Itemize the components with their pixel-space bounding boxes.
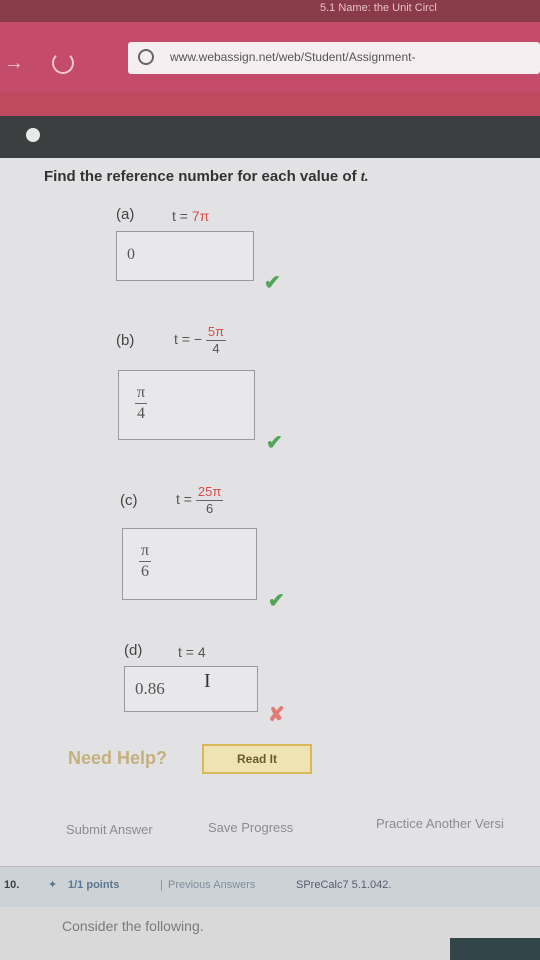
question-prompt: Find the reference number for each value… — [44, 168, 369, 186]
part-b-correct-check-icon: ✔ — [266, 432, 283, 454]
part-b-label: (b) — [116, 332, 135, 349]
part-b-equation: t = − 5π 4 — [174, 324, 227, 356]
save-progress-button[interactable]: Save Progress — [208, 820, 293, 835]
prompt-variable: t. — [360, 169, 369, 185]
part-c-eq-numerator: 25π — [195, 484, 224, 501]
header-strip — [0, 92, 540, 116]
browser-tab-strip: 5.1 Name: the Unit Circl — [0, 0, 540, 22]
part-b-eq-numerator: 5π — [205, 324, 227, 341]
part-a-label: (a) — [116, 206, 135, 223]
part-d-label: (d) — [124, 642, 143, 659]
need-help-label: Need Help? — [68, 748, 168, 768]
expand-bullet-icon[interactable]: ✦ — [48, 878, 57, 891]
part-a-correct-check-icon: ✔ — [264, 272, 281, 294]
part-c-answer-denominator: 6 — [141, 563, 150, 580]
part-c-correct-check-icon: ✔ — [268, 590, 285, 612]
text-cursor-icon: I — [204, 670, 211, 692]
points-badge: 1/1 points — [68, 879, 120, 891]
part-d-answer-field[interactable]: 0.86 — [124, 666, 258, 712]
separator: | — [160, 879, 163, 891]
part-b-eq-denominator: 4 — [212, 341, 220, 356]
next-question-header: 10. ✦ 1/1 points | Previous Answers SPre… — [0, 866, 540, 907]
part-c-label: (c) — [120, 492, 138, 509]
part-c-equation: t = 25π 6 — [176, 484, 224, 516]
question-bullet-icon — [26, 128, 40, 142]
practice-another-version-button[interactable]: Practice Another Versi — [376, 816, 504, 831]
part-b-answer-field[interactable]: π 4 — [118, 370, 255, 440]
part-a-answer-value: 0 — [127, 246, 135, 263]
question-code: SPreCalc7 5.1.042. — [296, 879, 392, 891]
url-text[interactable]: www.webassign.net/web/Student/Assignment… — [170, 50, 415, 64]
part-d-incorrect-x-icon: ✘ — [268, 704, 285, 726]
part-d-answer-value: 0.86 — [135, 679, 165, 698]
address-bar[interactable]: www.webassign.net/web/Student/Assignment… — [128, 42, 540, 74]
question-number: 10. — [4, 879, 20, 891]
part-a-equation: t = 7π — [172, 208, 210, 224]
submit-answer-button[interactable]: Submit Answer — [66, 822, 153, 837]
part-d-equation: t = 4 — [178, 644, 206, 660]
part-c-answer-field[interactable]: π 6 — [122, 528, 257, 600]
globe-icon — [138, 49, 154, 65]
reload-icon[interactable] — [52, 52, 74, 74]
part-a-answer-field[interactable]: 0 — [116, 231, 254, 281]
part-c-eq-denominator: 6 — [205, 501, 214, 516]
part-b-answer-numerator: π — [135, 383, 148, 404]
question-content: Find the reference number for each value… — [0, 158, 540, 866]
question-header — [0, 116, 540, 158]
browser-tab-title[interactable]: 5.1 Name: the Unit Circl — [320, 2, 437, 14]
part-c-answer-numerator: π — [139, 541, 152, 562]
forward-arrow-icon[interactable]: → — [4, 52, 24, 75]
previous-answers-link[interactable]: Previous Answers — [168, 879, 255, 891]
bottom-panel — [450, 938, 540, 960]
read-it-button[interactable]: Read It — [202, 744, 312, 774]
part-b-answer-denominator: 4 — [137, 405, 146, 422]
browser-nav-bar: → www.webassign.net/web/Student/Assignme… — [0, 22, 540, 92]
next-question-text: Consider the following. — [62, 918, 204, 934]
prompt-text: Find the reference number for each value… — [44, 168, 357, 185]
